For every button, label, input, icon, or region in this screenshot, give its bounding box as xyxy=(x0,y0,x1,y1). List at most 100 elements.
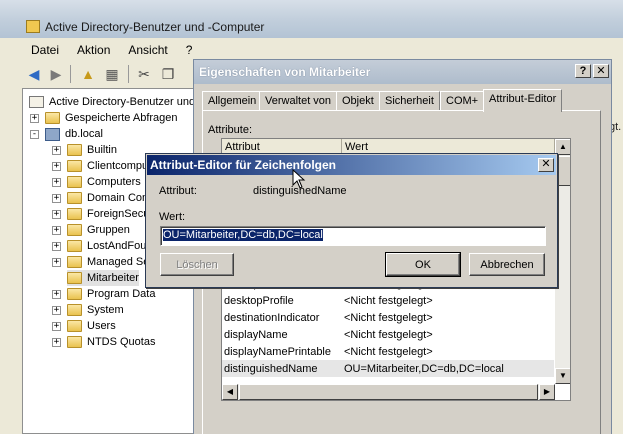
tree-expander-icon[interactable]: + xyxy=(52,226,61,235)
properties-close-button[interactable]: ✕ xyxy=(593,64,609,78)
tree-item-label: System xyxy=(87,304,124,316)
cut-icon[interactable]: ✂ xyxy=(134,64,154,84)
attribute-value: <Nicht festgelegt> xyxy=(344,311,433,324)
value-input[interactable]: OU=Mitarbeiter,DC=db,DC=local xyxy=(160,226,546,246)
tab-objekt[interactable]: Objekt xyxy=(336,91,380,111)
folder-icon xyxy=(67,336,82,348)
tree-expander-icon[interactable]: + xyxy=(52,338,61,347)
tree-item[interactable]: Program Data xyxy=(67,286,155,302)
tree-item-label: Gruppen xyxy=(87,224,130,236)
horizontal-scrollbar[interactable]: ◀ ▶ xyxy=(222,384,555,400)
attribute-row[interactable]: desktopProfile <Nicht festgelegt> xyxy=(222,292,554,309)
tree-item-label: Program Data xyxy=(87,288,156,300)
tree-expander-icon[interactable]: + xyxy=(52,322,61,331)
attribute-row[interactable]: distinguishedName OU=Mitarbeiter,DC=db,DC… xyxy=(222,360,554,377)
folder-icon xyxy=(67,304,82,316)
attribute-value: <Nicht festgelegt> xyxy=(344,345,433,358)
attribute-row[interactable]: destinationIndicator <Nicht festgelegt> xyxy=(222,309,554,326)
folder-icon xyxy=(67,272,82,284)
menu-help[interactable]: ? xyxy=(177,40,202,58)
tree-expander-icon[interactable]: + xyxy=(30,114,39,123)
tree-item-label: Active Directory-Benutzer und xyxy=(49,96,194,108)
cancel-button[interactable]: Abbrechen xyxy=(469,253,545,276)
editor-close-button[interactable]: ✕ xyxy=(538,158,554,172)
horizontal-scroll-thumb[interactable] xyxy=(239,384,538,400)
editor-titlebar[interactable]: Attribut-Editor für Zeichenfolgen ✕ xyxy=(147,155,556,175)
tree-expander-icon[interactable]: + xyxy=(52,162,61,171)
scroll-left-icon[interactable]: ◀ xyxy=(222,384,238,400)
folder-icon xyxy=(67,320,82,332)
help-button[interactable]: ? xyxy=(575,64,591,78)
editor-title: Attribut-Editor für Zeichenfolgen xyxy=(150,158,336,172)
ok-button[interactable]: OK xyxy=(385,252,461,277)
tree-item[interactable]: Gespeicherte Abfragen xyxy=(45,110,178,126)
tree-item[interactable]: Active Directory-Benutzer und xyxy=(29,94,194,110)
attribute-value: <Nicht festgelegt> xyxy=(344,294,433,307)
attribute-name: desktopProfile xyxy=(224,294,294,307)
attribute-row[interactable]: displayName <Nicht festgelegt> xyxy=(222,326,554,343)
tree-expander-icon[interactable]: + xyxy=(52,258,61,267)
folder-icon xyxy=(67,224,82,236)
main-titlebar[interactable]: Active Directory-Benutzer und -Computer xyxy=(0,0,623,38)
tree-item[interactable]: Mitarbeiter xyxy=(67,270,139,286)
back-arrow-icon[interactable]: ◀ xyxy=(24,64,44,84)
toolbar-separator xyxy=(70,65,71,83)
tree-item[interactable]: db.local xyxy=(45,126,103,142)
tree-item[interactable]: System xyxy=(67,302,124,318)
tree-item[interactable]: Computers xyxy=(67,174,141,190)
console-tree-icon[interactable]: ▦ xyxy=(102,64,122,84)
copy-icon[interactable]: ❐ xyxy=(158,64,178,84)
properties-titlebar[interactable]: Eigenschaften von Mitarbeiter ? ✕ xyxy=(194,60,611,84)
attribute-name: displayNamePrintable xyxy=(224,345,331,358)
attribute-name: displayName xyxy=(224,328,288,341)
tree-expander-icon[interactable]: + xyxy=(52,242,61,251)
folder-icon xyxy=(67,240,82,252)
menu-aktion[interactable]: Aktion xyxy=(68,40,119,58)
attribute-name: distinguishedName xyxy=(224,362,318,375)
folder-icon xyxy=(67,144,82,156)
domain-icon xyxy=(45,127,60,141)
tree-item[interactable]: Users xyxy=(67,318,116,334)
tree-expander-icon[interactable]: + xyxy=(52,306,61,315)
tab-attribut-editor[interactable]: Attribut-Editor xyxy=(483,89,563,112)
string-attribute-editor-dialog: Attribut-Editor für Zeichenfolgen ✕ Attr… xyxy=(145,153,558,288)
tab-sicherheit[interactable]: Sicherheit xyxy=(379,91,440,111)
menubar: Datei Aktion Ansicht ? xyxy=(22,40,201,58)
tree-item-label: Builtin xyxy=(87,144,117,156)
folder-icon xyxy=(67,160,82,172)
folder-icon xyxy=(67,288,82,300)
clear-button[interactable]: Löschen xyxy=(160,253,234,276)
folder-icon xyxy=(67,256,82,268)
attribute-label: Attribut: xyxy=(159,185,197,197)
menu-ansicht[interactable]: Ansicht xyxy=(119,40,176,58)
tree-expander-icon[interactable]: + xyxy=(52,178,61,187)
tree-expander-icon[interactable]: - xyxy=(30,130,39,139)
attribute-row[interactable]: displayNamePrintable <Nicht festgelegt> xyxy=(222,343,554,360)
tree-item[interactable]: Builtin xyxy=(67,142,117,158)
tree-item-label: Gespeicherte Abfragen xyxy=(65,112,178,124)
scroll-down-icon[interactable]: ▼ xyxy=(555,368,570,384)
tree-expander-icon[interactable]: + xyxy=(52,146,61,155)
tree-expander-icon[interactable]: + xyxy=(52,290,61,299)
tree-item[interactable]: NTDS Quotas xyxy=(67,334,155,350)
tree-expander-icon[interactable]: + xyxy=(52,210,61,219)
tab-com-plus[interactable]: COM+ xyxy=(440,91,485,111)
value-label: Wert: xyxy=(159,211,186,223)
forward-arrow-icon[interactable]: ▶ xyxy=(46,64,66,84)
scroll-right-icon[interactable]: ▶ xyxy=(539,384,555,400)
attributes-label: Attribute: xyxy=(208,124,253,136)
folder-icon xyxy=(67,176,82,188)
attribute-name: destinationIndicator xyxy=(224,311,320,324)
tab-allgemein[interactable]: Allgemein xyxy=(202,91,263,111)
root-icon xyxy=(29,96,44,108)
tab-verwaltet-von[interactable]: Verwaltet von xyxy=(259,91,338,111)
properties-title: Eigenschaften von Mitarbeiter xyxy=(199,65,371,79)
tree-expander-icon[interactable]: + xyxy=(52,194,61,203)
tree-item-label: NTDS Quotas xyxy=(87,336,156,348)
menu-datei[interactable]: Datei xyxy=(22,40,68,58)
toolbar-separator xyxy=(128,65,129,83)
attribute-value: <Nicht festgelegt> xyxy=(344,328,433,341)
tree-item-label: Users xyxy=(87,320,116,332)
tree-item[interactable]: Gruppen xyxy=(67,222,130,238)
up-folder-icon[interactable]: ▲ xyxy=(78,64,98,84)
